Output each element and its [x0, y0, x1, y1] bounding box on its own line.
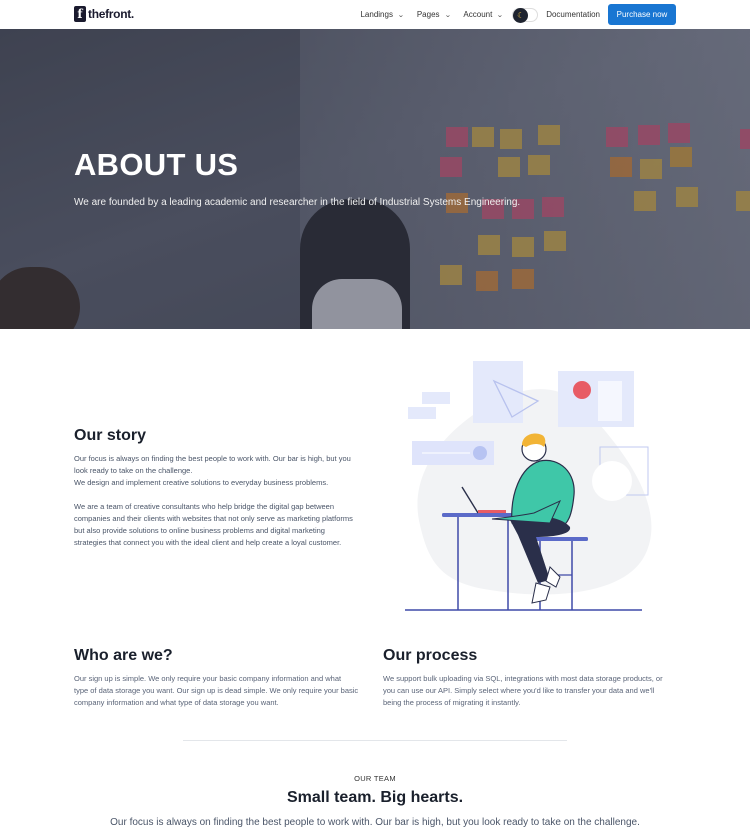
story-line: We are a team of creative consultants wh…	[74, 502, 335, 511]
process-paragraph: We support bulk uploading via SQL, integ…	[383, 673, 663, 709]
story-illustration	[405, 361, 652, 611]
logo-text-bold: the	[88, 7, 106, 21]
story-paragraph-2: We are a team of creative consultants wh…	[74, 501, 369, 549]
logo[interactable]: f thefront.	[74, 6, 134, 22]
story-line: Our focus is always on finding the best …	[74, 454, 351, 463]
illus-bar	[422, 392, 450, 404]
process-line: being the process of migrating it instan…	[383, 698, 521, 707]
nav-landings-label: Landings	[360, 10, 393, 19]
who-paragraph: Our sign up is simple. We only require y…	[74, 673, 358, 709]
stool-top	[534, 537, 588, 541]
story-paragraph-1: Our focus is always on finding the best …	[74, 453, 369, 489]
chevron-down-icon: ⌄	[443, 11, 451, 19]
logo-mark-icon: f	[74, 6, 86, 22]
who-line: type of data storage you want. Our sign …	[74, 686, 359, 695]
process-title: Our process	[383, 647, 478, 664]
illus-card	[473, 361, 523, 423]
illus-bar	[408, 407, 436, 419]
documentation-link[interactable]: Documentation	[546, 10, 600, 19]
chevron-down-icon: ⌄	[397, 11, 405, 19]
theme-toggle[interactable]: ☾	[512, 7, 539, 23]
hero-subtitle: We are founded by a leading academic and…	[74, 197, 521, 208]
hero-title: ABOUT US	[74, 147, 239, 182]
illus-dot	[473, 446, 487, 460]
story-line: We design and implement creative solutio…	[74, 478, 329, 487]
team-eyebrow: OUR TEAM	[354, 774, 396, 783]
story-line: look ready to take on the challenge.	[74, 466, 193, 475]
story-line: but also provide solutions to online bus…	[74, 526, 325, 535]
purchase-button[interactable]: Purchase now	[608, 4, 676, 25]
nav-account[interactable]: Account ⌄	[463, 10, 503, 19]
hero-section: ABOUT US We are founded by a leading aca…	[0, 29, 750, 329]
nav-account-label: Account	[463, 10, 493, 19]
main-nav: Landings ⌄ Pages ⌄ Account ⌄ ☾ Documentatio…	[360, 4, 676, 25]
story-line: companies and their clients with website…	[74, 514, 353, 523]
logo-text: thefront.	[88, 7, 134, 21]
who-line: company information and what type of dat…	[74, 698, 279, 707]
nav-pages-label: Pages	[416, 10, 440, 19]
laptop-base	[478, 510, 506, 513]
process-line: We support bulk uploading via SQL, integ…	[383, 674, 663, 683]
illus-red-dot	[573, 381, 591, 399]
team-title: Small team. Big hearts.	[286, 789, 464, 806]
logo-text-rest: front.	[105, 7, 134, 21]
nav-pages[interactable]: Pages ⌄	[417, 10, 451, 19]
top-navbar: f thefront. Landings ⌄ Pages ⌄ Account ⌄ ☾ …	[0, 0, 750, 29]
illus-card-inner	[598, 381, 622, 421]
moon-icon: ☾	[513, 7, 529, 23]
process-line: you can use our API. Simply select where…	[383, 686, 655, 695]
illus-circle	[592, 461, 632, 501]
illus-card	[558, 371, 634, 427]
who-title: Who are we?	[74, 647, 173, 664]
team-subtitle: Our focus is always on finding the best …	[110, 817, 640, 828]
chevron-down-icon: ⌄	[496, 11, 504, 19]
who-line: Our sign up is simple. We only require y…	[74, 674, 342, 683]
nav-landings[interactable]: Landings ⌄	[360, 10, 405, 19]
story-title: Our story	[74, 427, 147, 444]
story-line: strategies that connect you with the ide…	[74, 538, 342, 547]
section-divider	[183, 740, 567, 741]
